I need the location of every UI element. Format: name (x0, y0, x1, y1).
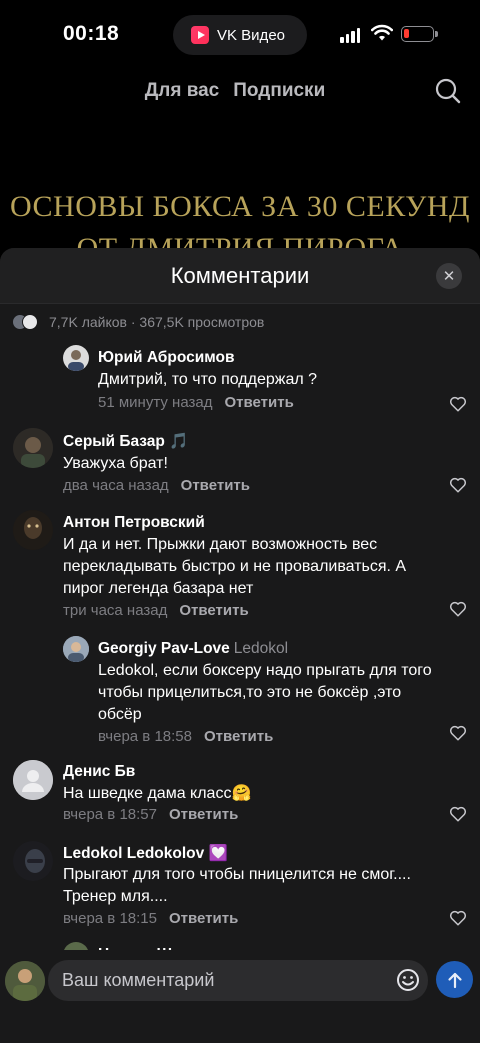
reply-to-name[interactable]: Ledokol (234, 640, 288, 657)
comment-text: Уважуха брат! (63, 455, 168, 472)
comment-text-line: чтобы прицелиться,то это не боксёр ,это (98, 684, 402, 701)
comment-author[interactable]: Антон Петровский (63, 514, 205, 532)
comment-author-name: Серый Базар (63, 433, 165, 450)
wifi-icon (371, 24, 393, 41)
comment-time: 51 минуту назад (98, 394, 213, 411)
comment-author[interactable]: Серый Базар 🎵 (63, 432, 189, 451)
avatar[interactable] (13, 428, 53, 468)
search-icon[interactable] (434, 77, 462, 105)
tab-subscriptions[interactable]: Подписки (233, 80, 325, 102)
comment-item: Серый Базар 🎵 Уважуха брат! два часа наз… (13, 428, 480, 498)
status-bar: 00:18 VK Видео (0, 0, 480, 70)
video-title-line1: ОСНОВЫ БОКСА ЗА 30 СЕКУНД (10, 190, 470, 223)
heart-icon[interactable] (449, 909, 467, 927)
comment-item: Юрий Абросимов Дмитрий, то что поддержал… (63, 345, 480, 415)
sheet-header: Комментарии ✕ (0, 248, 480, 304)
reply-button[interactable]: Ответить (204, 728, 273, 745)
comment-time: вчера в 18:58 (98, 728, 192, 745)
reply-button[interactable]: Ответить (181, 477, 250, 494)
comment-author[interactable]: Юрий Абросимов (98, 349, 235, 367)
app-pill-label: VK Видео (217, 26, 285, 44)
comment-text: На шведке дама класс🤗 (63, 785, 252, 802)
reply-button[interactable]: Ответить (169, 910, 238, 927)
send-button[interactable] (436, 961, 473, 998)
comment-input-placeholder: Ваш комментарий (62, 970, 215, 990)
liker-avatars (12, 313, 42, 331)
comment-meta: 51 минуту назад Ответить (98, 394, 294, 411)
heart-icon[interactable] (449, 805, 467, 823)
comment-text-line: И да и нет. Прыжки дают возможность вес (63, 536, 378, 553)
battery-icon (401, 26, 438, 42)
comment-item: Georgiy Pav-Love Ledokol Ledokol, если бо… (63, 636, 480, 746)
close-button[interactable]: ✕ (436, 263, 462, 289)
stats-text: 7,7K лайков · 367,5K просмотров (49, 314, 265, 330)
music-badge-icon: 🎵 (169, 433, 189, 450)
top-tabs: Для вас Подписки (0, 80, 480, 102)
reply-button[interactable]: Ответить (169, 806, 238, 823)
comment-author-name: Ledokol Ledokolov (63, 845, 205, 862)
heart-icon[interactable] (449, 395, 467, 413)
comment-time: вчера в 18:57 (63, 806, 157, 823)
emoji-icon[interactable] (396, 968, 420, 992)
comment-text: Дмитрий, то что поддержал ? (98, 371, 318, 388)
comment-time: два часа назад (63, 477, 169, 494)
comment-text-line: обсёр (98, 706, 142, 723)
comment-item: Антон Петровский И да и нет. Прыжки дают… (13, 510, 480, 620)
avatar[interactable] (13, 510, 53, 550)
close-icon: ✕ (442, 268, 456, 285)
my-avatar[interactable] (5, 961, 45, 1001)
avatar[interactable] (13, 841, 53, 881)
arrow-up-icon (447, 972, 462, 988)
heart-icon[interactable] (449, 600, 467, 618)
comment-author[interactable]: Ledokol Ledokolov 💟 (63, 844, 228, 863)
avatar[interactable] (63, 345, 89, 371)
cellular-signal-icon (340, 27, 360, 43)
comment-meta: два часа назад Ответить (63, 477, 250, 494)
video-stats: 7,7K лайков · 367,5K просмотров (12, 312, 264, 332)
reply-button[interactable]: Ответить (224, 394, 293, 411)
comment-meta: три часа назад Ответить (63, 602, 249, 619)
comment-meta: вчера в 18:57 Ответить (63, 806, 238, 823)
status-time: 00:18 (63, 22, 120, 45)
heart-icon[interactable] (449, 476, 467, 494)
heart-badge-icon: 💟 (208, 845, 228, 862)
avatar[interactable] (63, 636, 89, 662)
comment-item: Ledokol Ledokolov 💟 Прыгают для того что… (13, 841, 480, 931)
reply-button[interactable]: Ответить (179, 602, 248, 619)
comment-text-line: перекладывать быстро и не проваливаться.… (63, 558, 407, 575)
vk-video-logo-icon (191, 26, 209, 44)
comment-meta: вчера в 18:15 Ответить (63, 910, 238, 927)
comment-time: три часа назад (63, 602, 168, 619)
app-pill[interactable]: VK Видео (173, 15, 307, 55)
comment-author[interactable]: Georgiy Pav-Love Ledokol (98, 640, 288, 658)
comment-text-line: Ledokol, если боксеру надо прыгать для т… (98, 662, 432, 679)
tab-for-you[interactable]: Для вас (145, 80, 220, 102)
comment-author-name: Georgiy Pav-Love (98, 640, 230, 657)
avatar[interactable] (13, 760, 53, 800)
sheet-title: Комментарии (170, 263, 310, 288)
heart-icon[interactable] (449, 724, 467, 742)
comment-meta: вчера в 18:58 Ответить (98, 728, 273, 745)
comment-text-line: Прыгают для того чтобы пницелится не смо… (63, 866, 411, 883)
comment-time: вчера в 18:15 (63, 910, 157, 927)
comment-text-line: пирог легенда базара нет (63, 580, 254, 597)
comment-item: Денис Бв На шведке дама класс🤗 вчера в 1… (13, 760, 480, 830)
comment-author[interactable]: Денис Бв (63, 763, 135, 781)
comment-text-line: Тренер мля.... (63, 888, 168, 905)
comments-sheet: Комментарии ✕ 7,7K лайков · 367,5K просм… (0, 248, 480, 1043)
